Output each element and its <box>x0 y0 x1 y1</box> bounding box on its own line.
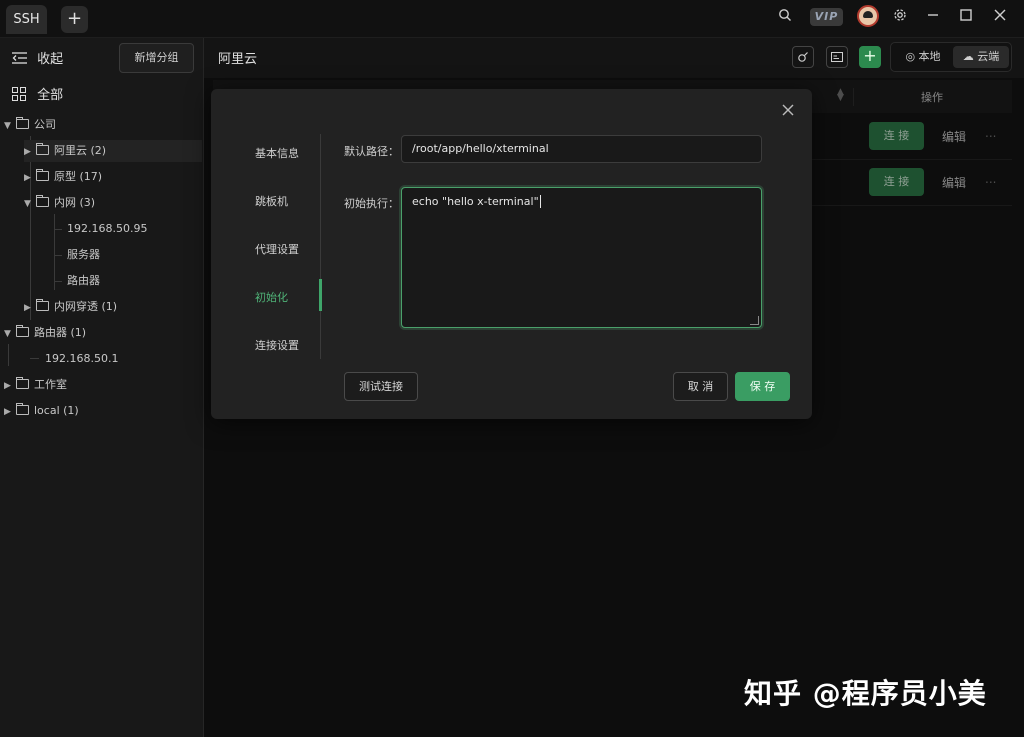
tree-item-prototype[interactable]: ▶ 原型 (17) <box>24 166 102 188</box>
cloud-icon: ☁ <box>962 50 974 63</box>
tree-line <box>30 136 31 320</box>
main-header: 阿里云 + ◎ 本地 ☁ 云端 <box>204 38 1024 78</box>
tree-line <box>8 344 9 366</box>
tree-item-studio[interactable]: ▶ 工作室 <box>4 374 67 396</box>
tree-item-host-192-168-50-1[interactable]: 192.168.50.1 <box>45 348 118 370</box>
init-exec-value: echo "hello x-terminal" <box>412 195 539 208</box>
close-icon[interactable] <box>780 103 796 119</box>
folder-icon <box>36 169 49 181</box>
folder-icon <box>16 403 29 415</box>
new-group-button[interactable]: 新增分组 <box>119 43 194 73</box>
folder-icon <box>16 325 29 337</box>
tree-line <box>30 358 39 359</box>
terminal-icon[interactable] <box>792 46 814 68</box>
text-cursor <box>539 195 541 208</box>
tree-item-intranet[interactable]: ▼ 内网 (3) <box>24 192 95 214</box>
search-icon[interactable] <box>775 8 795 28</box>
dialog-nav-divider <box>320 134 321 359</box>
page-title: 阿里云 <box>218 52 258 67</box>
init-exec-label: 初始执行： <box>344 197 399 210</box>
tree-item-aliyun[interactable]: ▶ 阿里云 (2) <box>24 140 202 162</box>
caret-down-icon: ▼ <box>24 199 31 209</box>
minimize-icon[interactable] <box>923 8 943 28</box>
tree-item-local[interactable]: ▶ local (1) <box>4 400 79 422</box>
dialog-tab-jump[interactable]: 跳板机 <box>255 193 288 209</box>
sidebar: 收起 新增分组 全部 ▼ 公司 ▶ 阿里云 (2) ▶ 原型 (17) ▼ 内网 (3)… <box>0 38 204 737</box>
segment-cloud[interactable]: ☁ 云端 <box>953 46 1009 68</box>
all-filter[interactable]: 全部 <box>12 84 63 103</box>
dialog-tab-proxy[interactable]: 代理设置 <box>255 241 299 257</box>
collapse-icon <box>12 52 37 67</box>
collapse-label: 收起 <box>37 52 64 67</box>
default-path-label: 默认路径： <box>344 145 399 158</box>
watermark: 知乎 @程序员小美 <box>744 677 987 710</box>
gear-icon[interactable] <box>890 8 910 28</box>
dialog-tab-init[interactable]: 初始化 <box>255 289 288 305</box>
caret-right-icon: ▶ <box>4 381 11 391</box>
collapse-toggle[interactable]: 收起 <box>12 48 63 67</box>
tree-item-router[interactable]: 路由器 <box>67 270 100 292</box>
caret-down-icon: ▼ <box>4 329 11 339</box>
grid-icon <box>12 87 37 103</box>
maximize-icon[interactable] <box>956 8 976 28</box>
compass-icon: ◎ <box>905 50 916 63</box>
caret-down-icon: ▼ <box>4 121 11 131</box>
host-settings-dialog: 基本信息 跳板机 代理设置 初始化 连接设置 默认路径： /root/app/h… <box>211 89 812 419</box>
init-exec-textarea[interactable]: echo "hello x-terminal" <box>401 187 762 328</box>
add-tab-button[interactable]: + <box>61 6 88 33</box>
tree-line <box>54 281 62 282</box>
segment-local[interactable]: ◎ 本地 <box>895 46 951 68</box>
close-icon[interactable] <box>990 8 1010 28</box>
resize-handle[interactable] <box>750 316 759 325</box>
tree-line <box>54 255 62 256</box>
active-tab-indicator <box>319 279 322 311</box>
tree-item-router-group[interactable]: ▼ 路由器 (1) <box>4 322 86 344</box>
folder-icon <box>16 377 29 389</box>
tree-line <box>54 214 55 290</box>
console-icon[interactable] <box>826 46 848 68</box>
caret-right-icon: ▶ <box>24 303 31 313</box>
tree-item-host-192-168-50-95[interactable]: 192.168.50.95 <box>67 218 147 240</box>
add-host-button[interactable]: + <box>859 46 881 68</box>
dialog-tab-basic[interactable]: 基本信息 <box>255 145 299 161</box>
folder-icon <box>36 195 49 207</box>
title-bar: SSH + VIP <box>0 0 1024 38</box>
caret-right-icon: ▶ <box>24 173 31 183</box>
tree-item-company[interactable]: ▼ 公司 <box>4 114 56 136</box>
dialog-tab-connection[interactable]: 连接设置 <box>255 337 299 353</box>
folder-icon <box>36 299 49 311</box>
save-button[interactable]: 保 存 <box>735 372 790 401</box>
tab-ssh[interactable]: SSH <box>6 5 47 34</box>
folder-icon <box>36 143 49 155</box>
tree-item-penetration[interactable]: ▶ 内网穿透 (1) <box>24 296 117 318</box>
tree-item-server[interactable]: 服务器 <box>67 244 100 266</box>
tree-line <box>54 229 62 230</box>
caret-right-icon: ▶ <box>4 407 11 417</box>
test-connection-button[interactable]: 测试连接 <box>344 372 418 401</box>
default-path-input[interactable]: /root/app/hello/xterminal <box>401 135 762 163</box>
folder-icon <box>16 117 29 129</box>
all-label: 全部 <box>37 88 64 103</box>
cancel-button[interactable]: 取 消 <box>673 372 728 401</box>
avatar[interactable] <box>857 5 879 27</box>
caret-right-icon: ▶ <box>24 147 31 157</box>
vip-badge[interactable]: VIP <box>810 8 843 26</box>
location-switch: ◎ 本地 ☁ 云端 <box>890 42 1012 72</box>
